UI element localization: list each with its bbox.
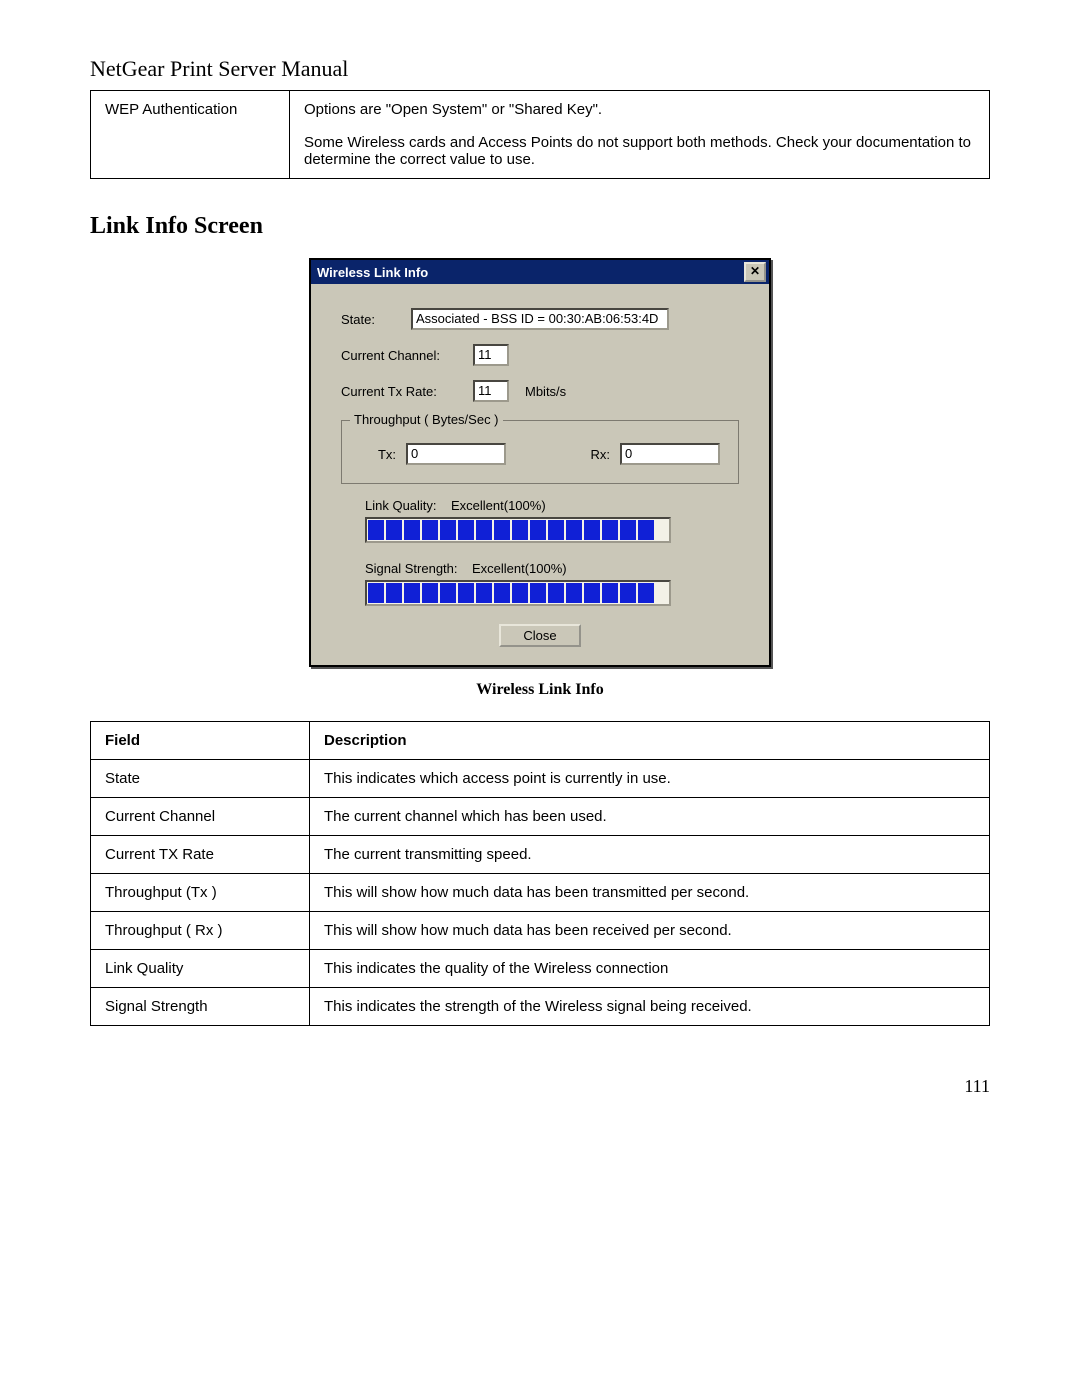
dialog-titlebar: Wireless Link Info ✕ <box>311 260 769 284</box>
table-row: Throughput (Tx ) This will show how much… <box>91 874 990 912</box>
cell-desc: The current channel which has been used. <box>310 798 990 836</box>
state-value: Associated - BSS ID = 00:30:AB:06:53:4D <box>411 308 669 330</box>
cell-field: Throughput ( Rx ) <box>91 912 310 950</box>
tx-label: Tx: <box>360 447 396 462</box>
cell-desc: This will show how much data has been tr… <box>310 874 990 912</box>
page-number: 111 <box>90 1076 990 1097</box>
signal-strength-label: Signal Strength: <box>365 561 458 576</box>
signal-strength-bar <box>365 580 671 606</box>
txrate-value: 11 <box>473 380 509 402</box>
wireless-link-info-dialog: Wireless Link Info ✕ State: Associated -… <box>309 258 771 667</box>
wep-auth-table: WEP Authentication Options are "Open Sys… <box>90 90 990 179</box>
wep-auth-desc: Options are "Open System" or "Shared Key… <box>290 91 990 179</box>
channel-label: Current Channel: <box>341 348 473 363</box>
txrate-label: Current Tx Rate: <box>341 384 473 399</box>
cell-desc: This will show how much data has been re… <box>310 912 990 950</box>
table-row: Current Channel The current channel whic… <box>91 798 990 836</box>
close-button[interactable]: Close <box>499 624 580 647</box>
cell-field: Throughput (Tx ) <box>91 874 310 912</box>
table-row: Link Quality This indicates the quality … <box>91 950 990 988</box>
cell-desc: This indicates which access point is cur… <box>310 760 990 798</box>
cell-desc: This indicates the quality of the Wirele… <box>310 950 990 988</box>
table-row: State This indicates which access point … <box>91 760 990 798</box>
figure-caption: Wireless Link Info <box>90 681 990 699</box>
close-icon[interactable]: ✕ <box>744 262 766 282</box>
page-title: NetGear Print Server Manual <box>90 56 990 82</box>
col-header-field: Field <box>91 722 310 760</box>
tx-value: 0 <box>406 443 506 465</box>
cell-field: Current TX Rate <box>91 836 310 874</box>
throughput-legend: Throughput ( Bytes/Sec ) <box>350 412 503 427</box>
col-header-desc: Description <box>310 722 990 760</box>
signal-strength-value: Excellent(100%) <box>472 561 567 576</box>
txrate-units: Mbits/s <box>525 384 566 399</box>
cell-desc: This indicates the strength of the Wirel… <box>310 988 990 1026</box>
cell-desc: The current transmitting speed. <box>310 836 990 874</box>
dialog-title: Wireless Link Info <box>317 265 428 280</box>
link-quality-bar <box>365 517 671 543</box>
state-label: State: <box>341 312 411 327</box>
table-row: Current TX Rate The current transmitting… <box>91 836 990 874</box>
wireless-link-info-table: Field Description State This indicates w… <box>90 721 990 1026</box>
cell-field: Current Channel <box>91 798 310 836</box>
wep-desc-line1: Options are "Open System" or "Shared Key… <box>304 101 975 118</box>
link-quality-label: Link Quality: <box>365 498 437 513</box>
cell-field: Link Quality <box>91 950 310 988</box>
cell-field: Signal Strength <box>91 988 310 1026</box>
table-row: Throughput ( Rx ) This will show how muc… <box>91 912 990 950</box>
wep-auth-label: WEP Authentication <box>91 91 290 179</box>
wep-desc-line2: Some Wireless cards and Access Points do… <box>304 134 975 168</box>
link-quality-value: Excellent(100%) <box>451 498 546 513</box>
throughput-group: Throughput ( Bytes/Sec ) Tx: 0 Rx: 0 <box>341 420 739 484</box>
cell-field: State <box>91 760 310 798</box>
section-heading: Link Info Screen <box>90 213 990 240</box>
rx-label: Rx: <box>591 447 611 462</box>
rx-value: 0 <box>620 443 720 465</box>
table-row: Signal Strength This indicates the stren… <box>91 988 990 1026</box>
channel-value: 11 <box>473 344 509 366</box>
